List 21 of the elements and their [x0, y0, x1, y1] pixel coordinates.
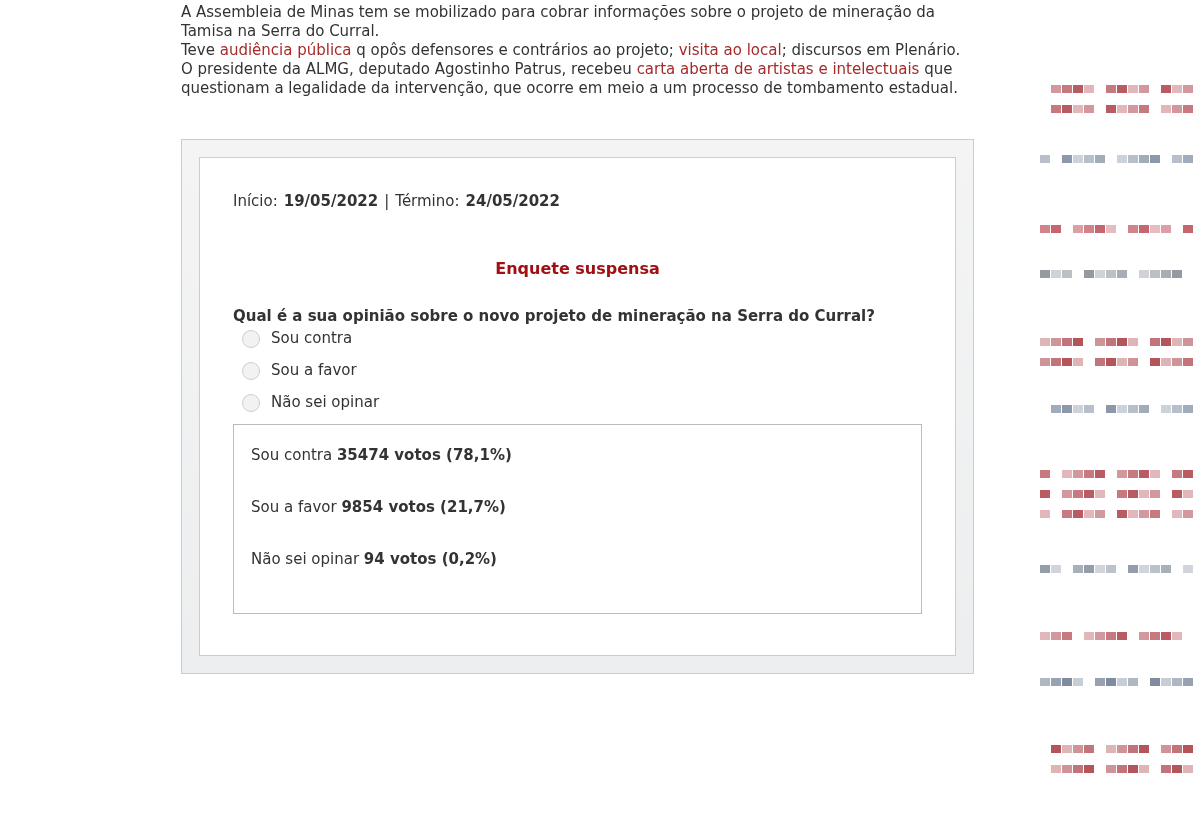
poll-question: Qual é a sua opinião sobre o novo projeto de mineração na Serra do Curral? [233, 306, 876, 326]
date-value: 19/05/2022 [283, 191, 379, 212]
poll-option[interactable]: Não sei opinar [242, 393, 922, 412]
radio-button[interactable] [242, 361, 260, 380]
intro-paragraph: A Assembleia de Minas tem se mobilizado para cobrar informações sobre o projeto de mineração da Tamisa na Serra do Curral. [181, 3, 937, 41]
result-line: Sou contra 35474 votos (78,1%) [251, 444, 513, 465]
result-line: Sou a favor 9854 votos (21,7%) [251, 496, 507, 517]
date-label: Início: [233, 191, 278, 212]
date-separator: | [384, 191, 390, 212]
date-value: 24/05/2022 [465, 191, 560, 212]
date-label: Término: [395, 191, 460, 212]
radio-button[interactable] [242, 329, 260, 348]
poll-status: Enquete suspensa [494, 257, 661, 280]
poll-option[interactable]: Sou a favor [242, 361, 922, 380]
article-link[interactable]: visita ao local [678, 41, 782, 59]
article-link[interactable]: carta aberta de artistas e intelectuais [636, 60, 920, 78]
radio-button[interactable] [242, 393, 260, 412]
article-link[interactable]: audiência pública [219, 41, 352, 59]
result-line: Não sei opinar 94 votos (0,2%) [251, 548, 498, 569]
poll-option[interactable]: Sou contra [242, 329, 922, 348]
intro-paragraph: Teve audiência pública q opôs defensores e contrários ao projeto; visita ao local; discursos em Plenário. O presidente da ALMG, deputado Agostinho Patrus, recebeu carta aberta de artistas e intelectuais que questionam a legalidade da intervenção, que ocorre em meio a um processo de tombamento estadual. [181, 41, 961, 98]
